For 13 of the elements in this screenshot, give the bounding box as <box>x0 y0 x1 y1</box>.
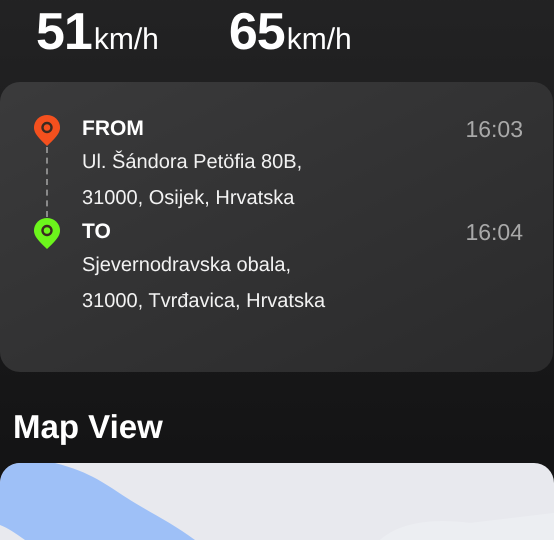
speed-value: 51 <box>36 6 92 58</box>
address-line: Sjevernodravska obala, <box>82 253 292 278</box>
section-title: Map View <box>13 408 163 445</box>
stop-time: 16:03 <box>465 114 523 144</box>
stop-time: 16:04 <box>465 218 523 247</box>
speed-unit: km/h <box>286 25 352 55</box>
address-line: Ul. Šándora Petöfia 80B, <box>82 150 304 175</box>
stop-label: TO <box>82 219 111 246</box>
stop-label: FROM <box>82 116 144 142</box>
address-line: 31000, Tvrđavica, Hrvatska <box>82 289 326 314</box>
speed-unit: km/h <box>94 25 159 55</box>
address-line: 31000, Osijek, Hrvatska <box>82 186 296 211</box>
speed-value: 65 <box>228 6 285 58</box>
